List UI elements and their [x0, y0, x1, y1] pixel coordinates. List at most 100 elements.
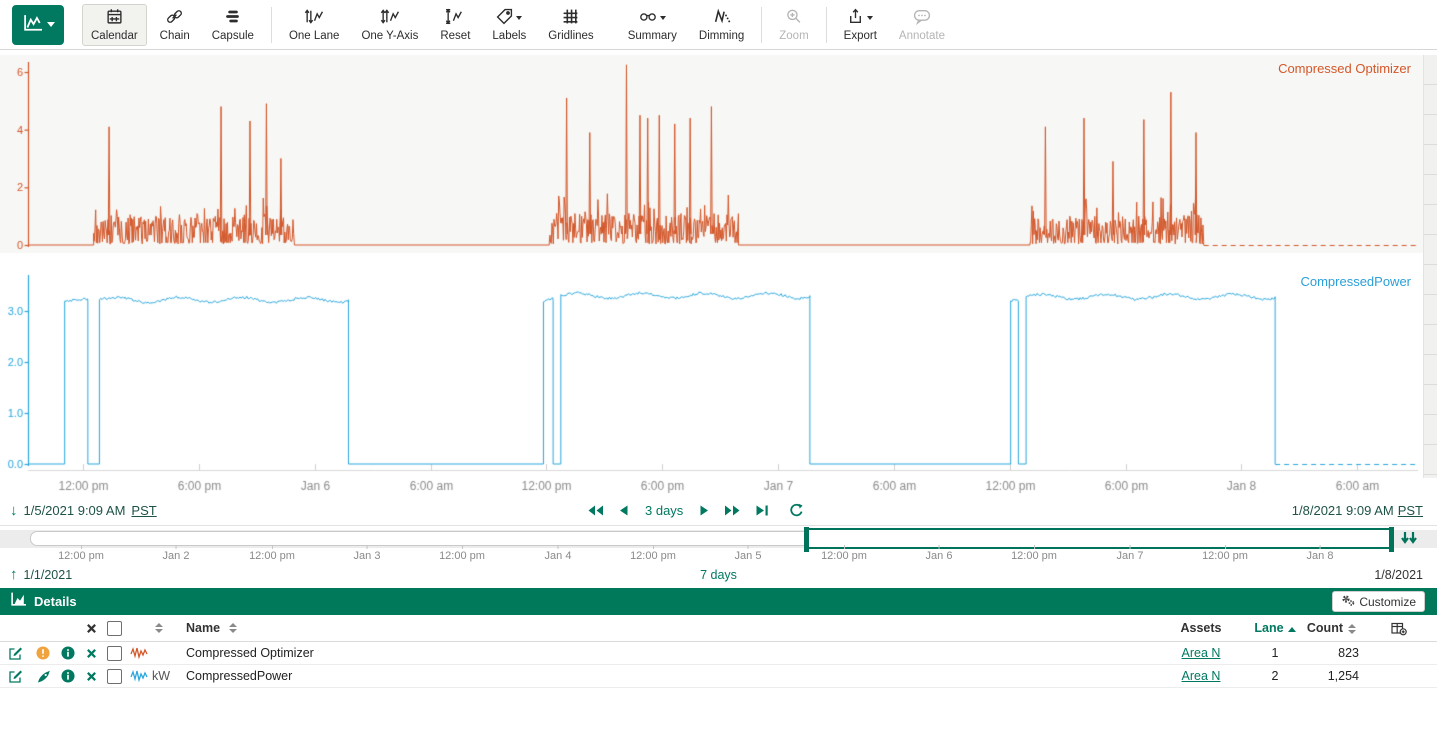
toolbar-separator: [271, 7, 272, 43]
toolbar-capsule-button[interactable]: Capsule: [203, 4, 263, 46]
series-label-compressed-optimizer[interactable]: Compressed Optimizer: [1278, 61, 1411, 76]
selection-right-handle[interactable]: [1389, 527, 1394, 552]
one-y-axis-icon: [380, 8, 400, 28]
timeline-tick-label: Jan 4: [545, 550, 572, 562]
details-panel-header: Details Customize: [0, 588, 1437, 615]
timeline-tick-label: 12:00 pm: [630, 550, 676, 562]
sort-asc-icon: [1288, 627, 1296, 632]
signal-name[interactable]: Compressed Optimizer: [186, 646, 1155, 660]
dimming-icon: [713, 8, 731, 28]
signal-color-squiggle-icon[interactable]: [126, 669, 152, 683]
edit-properties-icon[interactable]: [0, 669, 30, 684]
step-back-button[interactable]: [616, 502, 631, 519]
toolbar-export-button[interactable]: Export: [835, 4, 886, 46]
selection-left-handle[interactable]: [804, 527, 809, 552]
toolbar-gridlines-button[interactable]: Gridlines: [539, 4, 602, 46]
chain-icon: [166, 8, 183, 28]
toolbar-separator: [826, 7, 827, 43]
add-column-icon[interactable]: [1389, 621, 1437, 636]
chevron-down-icon: [660, 16, 666, 20]
timeline-axis-labels: 12:00 pm Jan 2 12:00 pm Jan 3 12:00 pm J…: [0, 550, 1437, 564]
timeline-tick-label: Jan 2: [163, 550, 190, 562]
trend-chart-icon: [22, 14, 44, 35]
details-table-header: Name Assets Lane Count: [0, 615, 1437, 642]
toolbar-summary-button[interactable]: Summary: [619, 4, 686, 46]
display-range-start[interactable]: 1/5/2021 9:09 AM: [24, 503, 126, 518]
toolbar-chain-button[interactable]: Chain: [151, 4, 199, 46]
remove-all-icon[interactable]: [80, 623, 102, 634]
seeq-trend-workbench: Calendar Chain Capsule One Lane One Y-Ax…: [0, 0, 1437, 731]
range-start-arrow-icon: ↓: [10, 504, 18, 518]
toolbar-annotate-button[interactable]: Annotate: [890, 4, 954, 46]
edit-properties-icon[interactable]: [0, 646, 30, 661]
zoom-magnifier-icon: [785, 8, 802, 28]
timezone-link[interactable]: PST: [1398, 503, 1423, 518]
timeline-track[interactable]: [0, 530, 1437, 548]
gears-icon: [1341, 593, 1355, 610]
timeline-tick-label: 12:00 pm: [58, 550, 104, 562]
column-header-name[interactable]: Name: [186, 621, 220, 635]
asset-link[interactable]: Area N: [1182, 669, 1221, 683]
display-range-end[interactable]: 1/8/2021 9:09 AM: [1292, 503, 1394, 518]
timeline-tick-label: 12:00 pm: [249, 550, 295, 562]
series-label-compressedpower[interactable]: CompressedPower: [1300, 274, 1411, 289]
toolbar-separator: [761, 7, 762, 43]
column-header-count[interactable]: Count: [1303, 621, 1389, 635]
one-lane-icon: [304, 8, 324, 28]
chevron-down-icon: [516, 16, 522, 20]
duration-label[interactable]: 3 days: [645, 503, 683, 518]
info-icon[interactable]: [56, 646, 80, 660]
remove-signal-icon[interactable]: [80, 648, 102, 659]
trend-canvas[interactable]: [0, 50, 1437, 498]
worksheet-view-dropdown-button[interactable]: [12, 5, 64, 45]
warning-icon[interactable]: [30, 646, 56, 660]
select-all-checkbox[interactable]: [107, 621, 122, 636]
timeline-tick-label: 12:00 pm: [1011, 550, 1057, 562]
annotate-speech-bubble-icon: [913, 8, 931, 28]
timeline-tick-label: Jan 8: [1307, 550, 1334, 562]
signal-name[interactable]: CompressedPower: [186, 669, 1155, 683]
step-forward-button[interactable]: [697, 502, 712, 519]
toolbar-one-y-axis-button[interactable]: One Y-Axis: [352, 4, 427, 46]
toolbar-reset-button[interactable]: Reset: [431, 4, 479, 46]
row-checkbox[interactable]: [107, 669, 122, 684]
toolbar-dimming-button[interactable]: Dimming: [690, 4, 753, 46]
asset-swap-rocket-icon[interactable]: [30, 669, 56, 684]
customize-button[interactable]: Customize: [1332, 591, 1425, 612]
lane-value: 2: [1247, 669, 1303, 683]
refresh-icon[interactable]: [787, 501, 806, 520]
timeline-selection[interactable]: [806, 528, 1392, 549]
chevron-down-icon: [867, 16, 873, 20]
step-back-half-button[interactable]: [585, 502, 606, 519]
info-icon[interactable]: [56, 669, 80, 683]
signal-color-squiggle-icon[interactable]: [126, 646, 152, 660]
step-to-end-button[interactable]: [753, 502, 771, 519]
toolbar-one-lane-button[interactable]: One Lane: [280, 4, 349, 46]
tag-icon: [496, 8, 513, 28]
row-checkbox[interactable]: [107, 646, 122, 661]
lane-resize-scrollbar[interactable]: [1423, 55, 1437, 478]
timeline-tick-label: 12:00 pm: [1202, 550, 1248, 562]
investigate-range-end[interactable]: 1/8/2021: [1374, 568, 1423, 582]
remove-signal-icon[interactable]: [80, 671, 102, 682]
asset-link[interactable]: Area N: [1182, 646, 1221, 660]
count-value: 823: [1303, 646, 1389, 660]
step-forward-half-button[interactable]: [722, 502, 743, 519]
toolbar-zoom-button[interactable]: Zoom: [770, 4, 817, 46]
timeline-tick-label: Jan 3: [354, 550, 381, 562]
binoculars-icon: [639, 8, 657, 28]
column-header-lane[interactable]: Lane: [1247, 621, 1303, 635]
table-row-compressedpower[interactable]: kW CompressedPower Area N 2 1,254: [0, 665, 1437, 688]
toolbar-labels-button[interactable]: Labels: [483, 4, 535, 46]
investigate-range-duration[interactable]: 7 days: [0, 568, 1437, 582]
sort-name-column[interactable]: [229, 623, 237, 633]
table-row-compressed-optimizer[interactable]: Compressed Optimizer Area N 1 823: [0, 642, 1437, 665]
toolbar-calendar-button[interactable]: Calendar: [82, 4, 147, 46]
sort-color-column[interactable]: [155, 623, 163, 633]
timezone-link[interactable]: PST: [131, 503, 156, 518]
column-header-assets[interactable]: Assets: [1155, 621, 1247, 635]
sort-count-column[interactable]: [1348, 624, 1356, 634]
timeline-overview: 12:00 pm Jan 2 12:00 pm Jan 3 12:00 pm J…: [0, 526, 1437, 588]
export-icon: [847, 8, 864, 28]
trend-chart: Compressed Optimizer CompressedPower: [0, 50, 1437, 498]
